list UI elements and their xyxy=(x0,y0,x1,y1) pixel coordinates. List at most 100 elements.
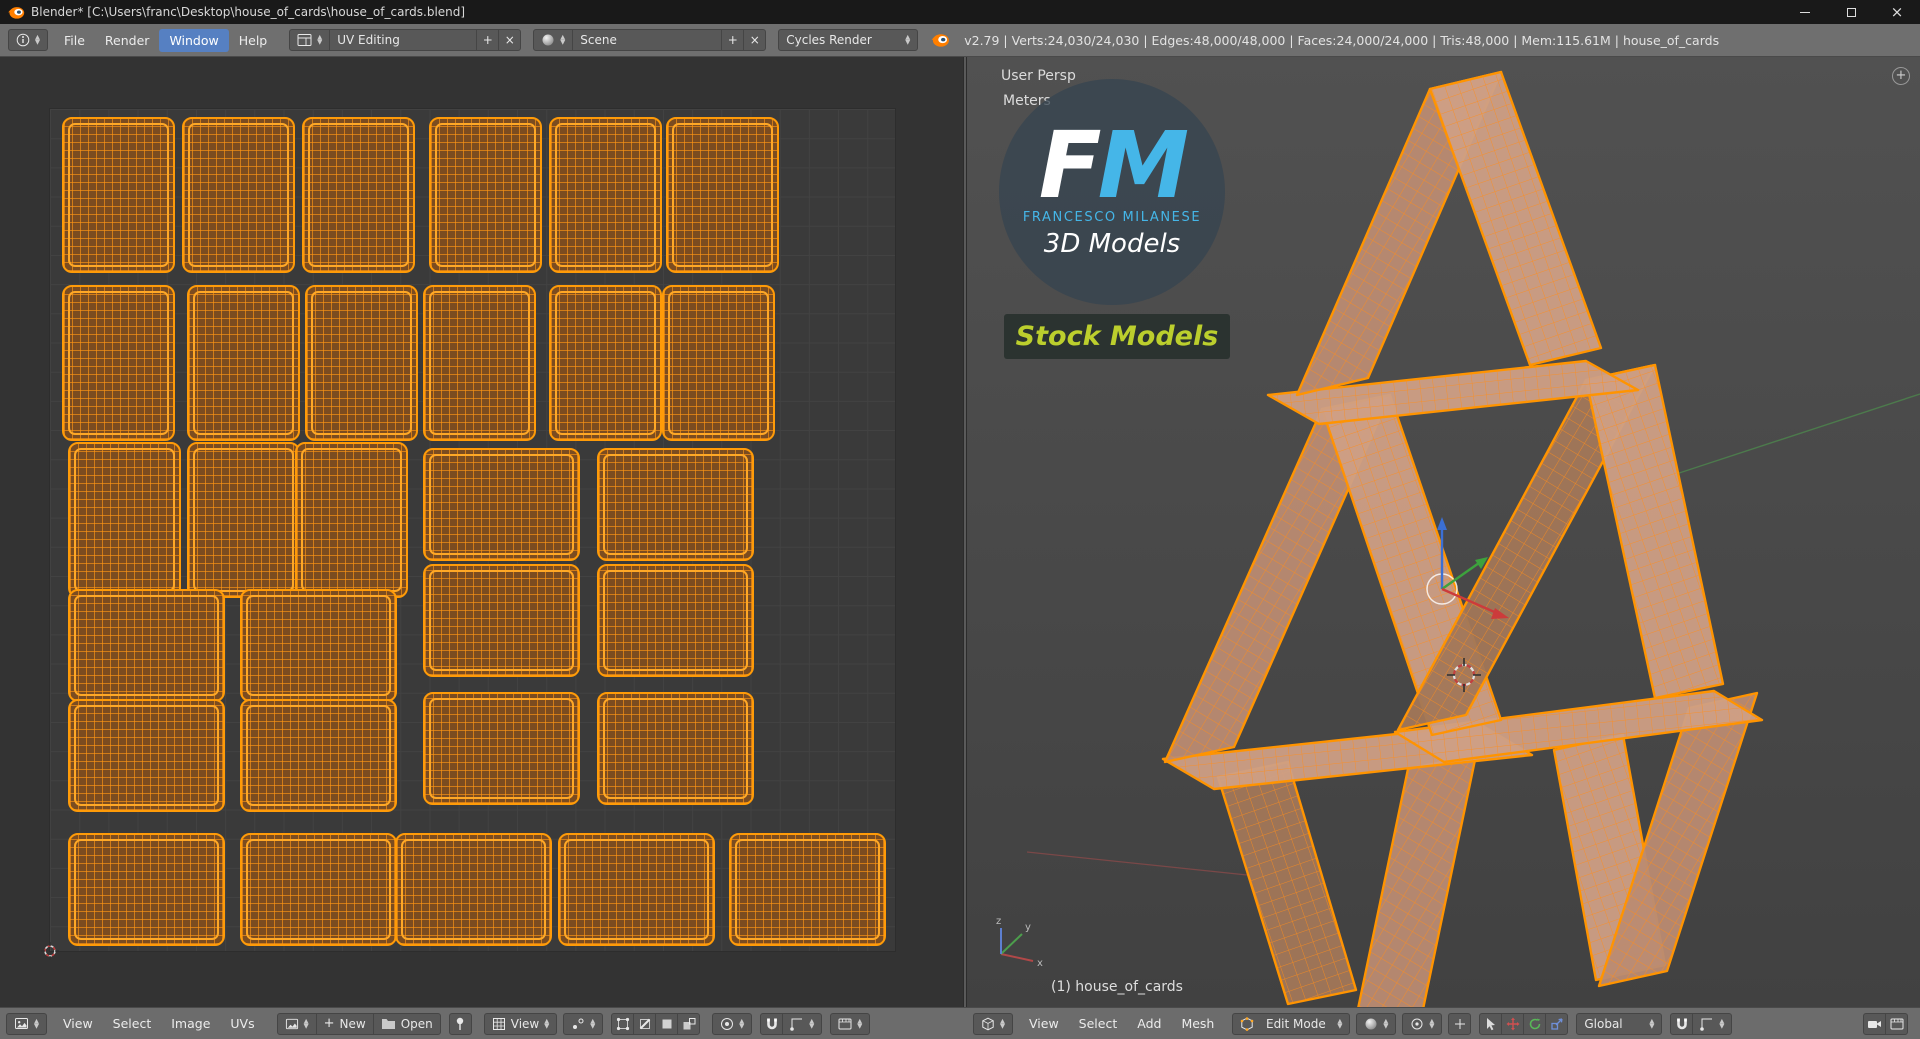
uv-island-card[interactable] xyxy=(423,285,536,441)
svg-text:x: x xyxy=(1037,958,1043,969)
uv-island-card[interactable] xyxy=(240,699,397,812)
draw-channels-dropdown[interactable]: ▲ ▼ xyxy=(830,1012,871,1035)
manipulator-scale-button[interactable] xyxy=(1545,1012,1569,1035)
uv-island-card[interactable] xyxy=(549,285,662,441)
minimize-button[interactable] xyxy=(1782,0,1828,24)
uv-island-card[interactable] xyxy=(423,564,580,677)
uv-island-card[interactable] xyxy=(62,285,175,441)
sticky-selection-dropdown[interactable]: ▲ ▼ xyxy=(563,1012,604,1035)
menu-file[interactable]: File xyxy=(54,29,95,52)
menu-window[interactable]: Window xyxy=(159,28,229,52)
uv-island-card[interactable] xyxy=(429,117,542,273)
region-expand-button[interactable]: + xyxy=(1892,67,1910,85)
opengl-render-anim-button[interactable] xyxy=(1885,1012,1908,1035)
uv-select-edge-button[interactable] xyxy=(633,1012,657,1035)
proportional-edit-dropdown[interactable]: ▲ ▼ xyxy=(712,1012,753,1035)
mode-dropdown[interactable]: Edit Mode ▲ ▼ xyxy=(1232,1012,1351,1035)
uv-island-card[interactable] xyxy=(597,564,754,677)
snap-toggle-button[interactable] xyxy=(760,1012,784,1035)
pivot-point-dropdown[interactable]: ▲ ▼ xyxy=(1402,1012,1443,1035)
uv-select-face-button[interactable] xyxy=(655,1012,679,1035)
screen-layout-add-button[interactable]: + xyxy=(476,29,500,51)
scene-add-button[interactable]: + xyxy=(721,29,745,51)
uv-island-card[interactable] xyxy=(295,442,408,598)
scene-browse-button[interactable]: ▲ ▼ xyxy=(533,29,574,51)
uv-island-card[interactable] xyxy=(240,833,397,946)
uv-island-card[interactable] xyxy=(558,833,715,946)
uv-island-card[interactable] xyxy=(729,833,886,946)
uv-select-vertex-button[interactable] xyxy=(611,1012,635,1035)
uv-island-card[interactable] xyxy=(549,117,662,273)
uv-island-card[interactable] xyxy=(597,692,754,805)
display-mode-dropdown[interactable]: View ▲ ▼ xyxy=(483,1012,558,1035)
uv-island-card[interactable] xyxy=(302,117,415,273)
scene-selector: ▲ ▼ Scene + × xyxy=(533,29,767,51)
magnet-icon xyxy=(1677,1018,1687,1029)
vp-menu-select[interactable]: Select xyxy=(1069,1012,1128,1035)
uv-island-card[interactable] xyxy=(662,285,775,441)
uv-menu-view[interactable]: View xyxy=(53,1012,103,1035)
uv-island-card[interactable] xyxy=(395,833,552,946)
maximize-button[interactable] xyxy=(1828,0,1874,24)
uv-island-card[interactable] xyxy=(182,117,295,273)
menu-help[interactable]: Help xyxy=(229,29,278,52)
vp-menu-view[interactable]: View xyxy=(1019,1012,1069,1035)
render-engine-dropdown[interactable]: Cycles Render ▲ ▼ xyxy=(778,29,919,51)
image-browse-button[interactable]: ▲ ▼ xyxy=(276,1012,317,1035)
uv-menu-uvs[interactable]: UVs xyxy=(220,1012,264,1035)
snap-element-dropdown[interactable]: ▲ ▼ xyxy=(1692,1012,1733,1035)
vp-menu-add[interactable]: Add xyxy=(1127,1012,1171,1035)
uv-island-card[interactable] xyxy=(240,589,397,702)
editor-type-selector-3d[interactable]: ▲ ▼ xyxy=(973,1012,1013,1035)
uv-island-card[interactable] xyxy=(305,285,418,441)
opengl-render-image-button[interactable] xyxy=(1863,1012,1886,1035)
vp-menu-mesh[interactable]: Mesh xyxy=(1171,1012,1224,1035)
folder-icon xyxy=(381,1019,395,1029)
image-new-button[interactable]: + New xyxy=(315,1012,374,1035)
transform-orientation-dropdown[interactable]: Global ▲ ▼ xyxy=(1576,1012,1663,1035)
pivot-align-toggle[interactable] xyxy=(1448,1012,1472,1035)
viewport-shading-dropdown[interactable]: ▲ ▼ xyxy=(1356,1012,1397,1035)
uv-island-card[interactable] xyxy=(423,448,580,561)
uv-island-card[interactable] xyxy=(187,442,300,598)
rotate-icon xyxy=(1529,1018,1541,1029)
manipulator-rotate-button[interactable] xyxy=(1523,1012,1547,1035)
island-select-icon xyxy=(683,1017,696,1029)
uv-menu-image[interactable]: Image xyxy=(161,1012,220,1035)
uv-island-card[interactable] xyxy=(666,117,779,273)
close-button[interactable]: × xyxy=(1874,0,1920,24)
menu-render[interactable]: Render xyxy=(95,29,160,52)
uv-menu-select[interactable]: Select xyxy=(103,1012,162,1035)
uv-island-card[interactable] xyxy=(187,285,300,441)
scene-delete-button[interactable]: × xyxy=(743,29,767,51)
uv-island-card[interactable] xyxy=(68,589,225,702)
info-icon xyxy=(16,33,30,47)
translate-icon xyxy=(1506,1017,1520,1030)
image-pin-button[interactable] xyxy=(448,1012,472,1035)
editor-type-selector-uv[interactable]: ▲ ▼ xyxy=(6,1012,47,1035)
uv-island-card[interactable] xyxy=(68,833,225,946)
uv-island-card[interactable] xyxy=(62,117,175,273)
manipulator-translate-button[interactable] xyxy=(1501,1012,1525,1035)
uv-island-card[interactable] xyxy=(68,699,225,812)
uv-canvas[interactable] xyxy=(41,108,896,960)
manipulator-pointer-button[interactable] xyxy=(1479,1012,1503,1035)
house-of-cards-mesh[interactable] xyxy=(1161,70,1764,1007)
opengl-render-buttons xyxy=(1863,1012,1908,1035)
uv-image-editor[interactable] xyxy=(0,57,963,1007)
fm-watermark-logo: FM FRANCESCO MILANESE 3D Models xyxy=(999,79,1225,305)
snap-toggle-button-3d[interactable] xyxy=(1670,1012,1694,1035)
viewport-3d[interactable]: User Persp Meters FM FRANCESCO MILANESE … xyxy=(967,57,1920,1007)
scene-name-field[interactable]: Scene xyxy=(572,29,723,51)
uv-select-island-button[interactable] xyxy=(677,1012,701,1035)
editor-type-selector-info[interactable]: ▲ ▼ xyxy=(8,29,48,51)
screen-layout-name-field[interactable]: UV Editing xyxy=(329,29,478,51)
screen-layout-browse-button[interactable]: ▲ ▼ xyxy=(289,29,331,51)
screen-layout-delete-button[interactable]: × xyxy=(498,29,522,51)
x-axis-line xyxy=(1026,851,1248,876)
image-open-button[interactable]: Open xyxy=(372,1012,441,1035)
uv-island-card[interactable] xyxy=(597,448,754,561)
uv-island-card[interactable] xyxy=(68,442,181,598)
snap-target-dropdown[interactable]: ▲ ▼ xyxy=(782,1012,823,1035)
uv-island-card[interactable] xyxy=(423,692,580,805)
